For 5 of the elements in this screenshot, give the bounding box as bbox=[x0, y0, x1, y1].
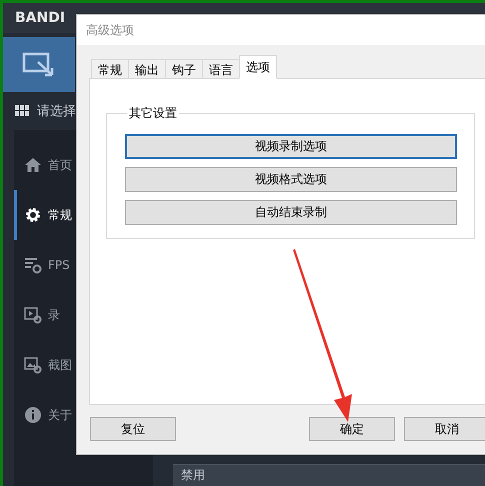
group-title: 其它设置 bbox=[128, 105, 178, 122]
mode-label: 请选择 bbox=[37, 103, 76, 120]
window-title: 高级选项 bbox=[86, 22, 134, 38]
disabled-row: 禁用 bbox=[173, 464, 485, 486]
app-logo: BANDI bbox=[15, 10, 66, 26]
